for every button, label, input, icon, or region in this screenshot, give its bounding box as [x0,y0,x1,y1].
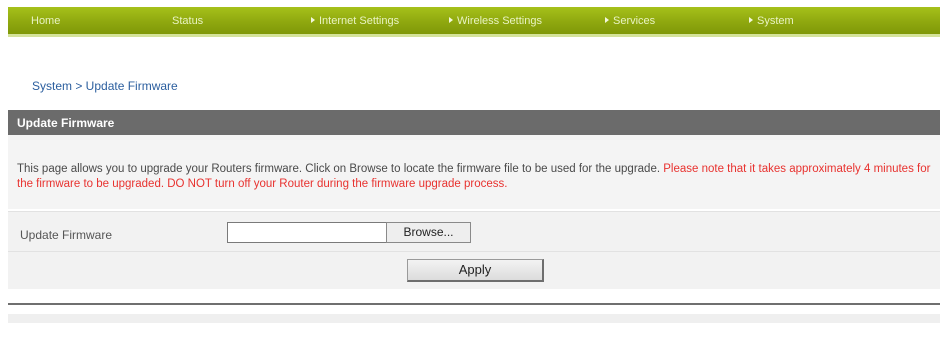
footer-strip [8,314,940,323]
arrow-right-icon [311,17,315,23]
section-title: Update Firmware [8,110,940,135]
nav-item-status[interactable]: Status [172,15,203,27]
arrow-right-icon [449,17,453,23]
nav-item-home[interactable]: Home [31,15,60,27]
apply-button[interactable]: Apply [407,259,544,282]
nav-item-label: Wireless Settings [457,15,542,27]
nav-item-label: Home [31,15,61,27]
firmware-row [8,211,940,251]
browse-button[interactable]: Browse... [386,222,471,243]
nav-item-wireless-settings[interactable]: Wireless Settings [449,15,542,27]
breadcrumb: System > Update Firmware [32,79,178,93]
nav-item-label: Status [172,15,204,27]
top-nav-bar: Home Status Internet Settings Wireless S… [8,7,940,37]
firmware-field-label: Update Firmware [20,228,113,242]
firmware-file-input[interactable] [227,222,387,243]
nav-item-services[interactable]: Services [605,15,655,27]
divider [8,303,940,305]
arrow-right-icon [749,17,753,23]
nav-item-internet-settings[interactable]: Internet Settings [311,15,399,27]
description-body: This page allows you to upgrade your Rou… [17,163,664,175]
nav-item-label: Internet Settings [319,15,400,27]
arrow-right-icon [605,17,609,23]
nav-item-label: System [757,15,794,27]
nav-item-system[interactable]: System [749,15,794,27]
nav-item-label: Services [613,15,656,27]
description-text: This page allows you to upgrade your Rou… [17,162,932,192]
